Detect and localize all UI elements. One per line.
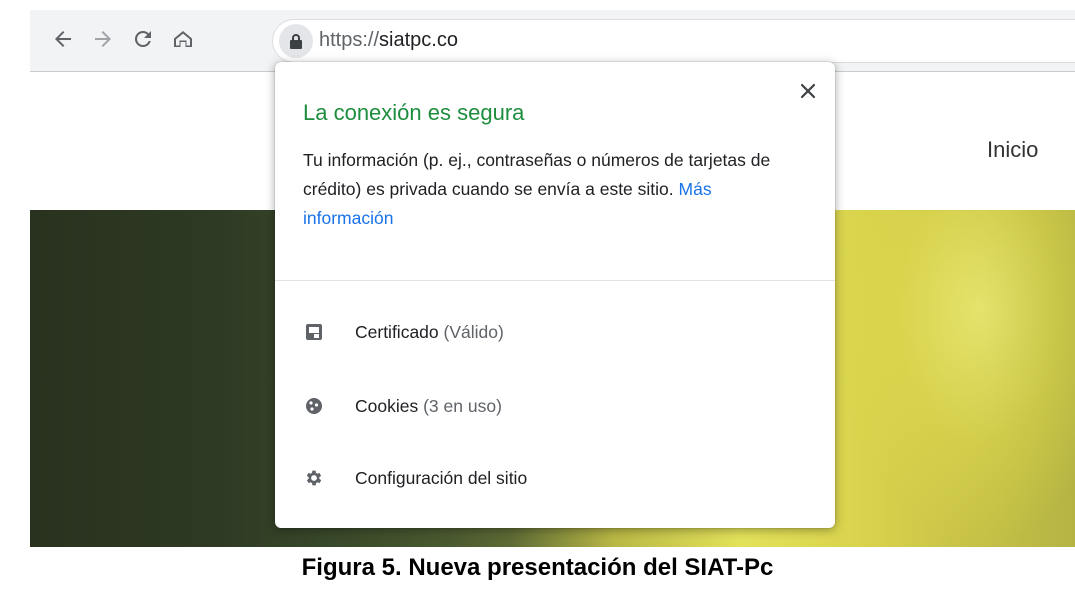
cookies-label: Cookies (3 en uso) (355, 396, 502, 417)
home-icon (174, 31, 192, 47)
popup-description: Tu información (p. ej., contraseñas o nú… (303, 146, 803, 233)
certificate-label: Certificado (Válido) (355, 322, 504, 343)
cookies-text: Cookies (355, 395, 419, 416)
arrow-right-icon (95, 31, 111, 47)
certificate-detail: (Válido) (443, 321, 504, 342)
url-host: siatpc.co (379, 29, 458, 51)
reload-icon (134, 30, 151, 47)
close-icon (800, 83, 816, 99)
certificate-icon (303, 321, 325, 343)
certificate-text: Certificado (355, 321, 439, 342)
url-text: https://siatpc.co (319, 29, 458, 52)
site-settings-label: Configuración del sitio (355, 467, 528, 488)
certificate-row[interactable]: Certificado (Válido) (275, 304, 835, 360)
url-scheme: https:// (319, 29, 380, 51)
divider (275, 280, 835, 281)
forward-button[interactable] (88, 24, 118, 54)
back-button[interactable] (48, 24, 78, 54)
popup-title: La conexión es segura (303, 100, 525, 125)
site-info-popup: La conexión es segura Tu información (p.… (275, 62, 835, 528)
lock-icon (290, 34, 302, 49)
cookie-icon (303, 395, 325, 417)
gear-icon (303, 467, 325, 489)
address-bar[interactable]: https://siatpc.co (272, 19, 1075, 63)
home-button[interactable] (168, 24, 198, 54)
nav-link-inicio[interactable]: Inicio (987, 137, 1038, 163)
cookies-detail: (3 en uso) (423, 395, 502, 416)
cookies-row[interactable]: Cookies (3 en uso) (275, 378, 835, 434)
reload-button[interactable] (128, 24, 158, 54)
site-info-button[interactable] (279, 24, 313, 58)
site-settings-row[interactable]: Configuración del sitio (275, 450, 835, 506)
close-button[interactable] (795, 78, 821, 104)
figure-caption: Figura 5. Nueva presentación del SIAT-Pc (301, 554, 774, 581)
browser-screenshot: Inicio https://siatpc.co La conexión es … (30, 10, 1075, 547)
arrow-left-icon (55, 31, 71, 47)
